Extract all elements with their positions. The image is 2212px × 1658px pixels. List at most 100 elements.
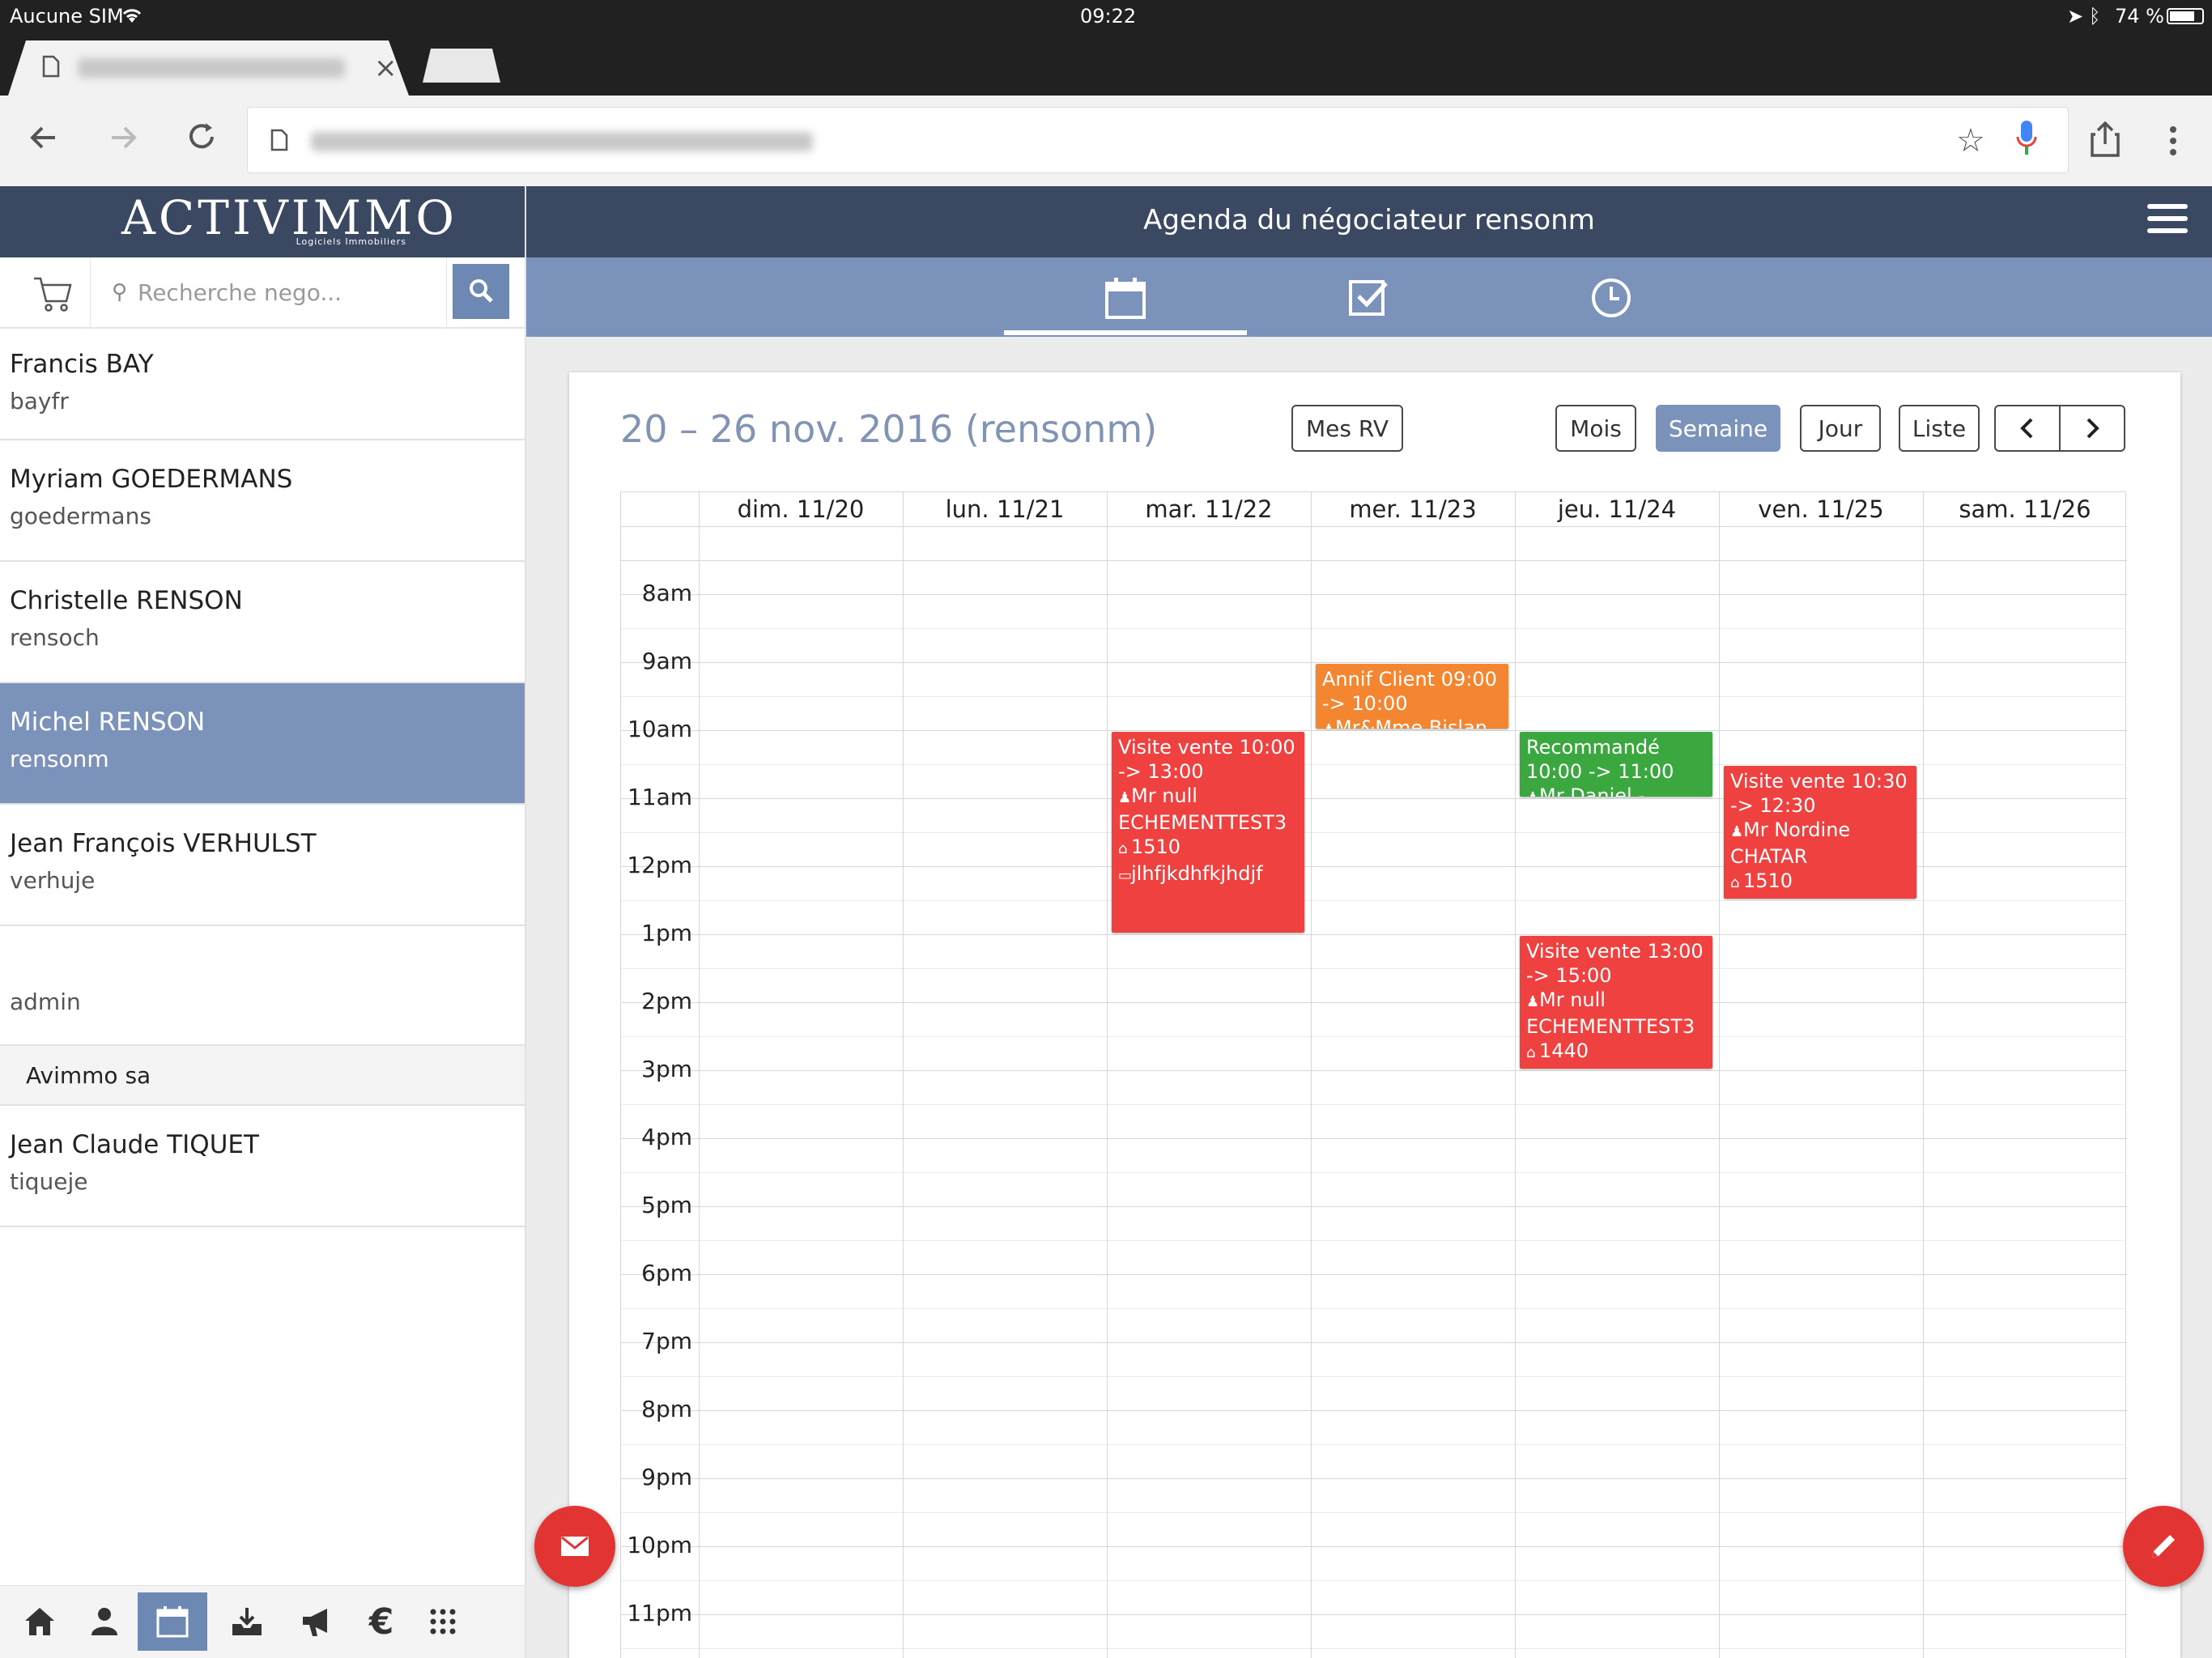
calendar-icon[interactable] — [138, 1592, 207, 1651]
back-arrow-icon[interactable] — [29, 123, 58, 158]
bookmark-star-icon[interactable]: ☆ — [1956, 122, 1985, 159]
hour-label: 7pm — [641, 1328, 692, 1354]
grid-line — [621, 1580, 2127, 1581]
grid-line — [621, 628, 2127, 629]
close-tab-icon[interactable]: × — [374, 52, 398, 84]
negotiator-name: Jean François VERHULST — [10, 829, 317, 858]
negotiator-item[interactable]: Jean François VERHULST verhuje — [0, 805, 525, 926]
page-icon — [42, 55, 60, 81]
negotiator-item[interactable]: Francis BAY bayfr — [0, 329, 525, 440]
browser-tab[interactable]: × — [8, 40, 409, 96]
day-header[interactable]: sam. 11/26 — [1923, 492, 2127, 526]
carrier-label: Aucune SIM — [10, 5, 124, 28]
apps-grid-icon[interactable] — [413, 1592, 473, 1651]
event-text: 1440 — [1539, 1039, 1589, 1062]
event-text: Annif Client 09:00 — [1322, 668, 1497, 691]
negotiator-item[interactable]: Myriam GOEDERMANS goedermans — [0, 440, 525, 562]
page-info-icon[interactable] — [270, 129, 288, 155]
week-view-button[interactable]: Semaine — [1656, 405, 1780, 452]
event-line: ♟Mr Daniel - — [1526, 784, 1706, 797]
event-text: Mr null — [1539, 988, 1606, 1011]
grid-line — [699, 492, 700, 1658]
my-appointments-button[interactable]: Mes RV — [1291, 405, 1403, 452]
negotiator-item[interactable]: Jean Claude TIQUET tiqueje — [0, 1106, 525, 1227]
calendar-event[interactable]: Visite vente 10:30 -> 12:30 ♟Mr Nordine CHA… — [1724, 766, 1916, 899]
tab-checkbox-icon[interactable] — [1346, 275, 1391, 321]
calendar-event[interactable]: Visite vente 10:00 -> 13:00 ♟Mr null ECHEME… — [1112, 732, 1304, 933]
hamburger-menu-icon[interactable] — [2147, 204, 2188, 240]
negotiator-item-active[interactable]: Michel RENSON rensonm — [0, 683, 525, 805]
grid-line — [621, 1002, 2127, 1003]
megaphone-icon[interactable] — [287, 1592, 347, 1651]
event-text: hjkhkjh — [1539, 1066, 1610, 1069]
calendar-event[interactable]: Recommandé10:00 -> 11:00♟Mr Daniel - — [1520, 732, 1712, 797]
day-header[interactable]: jeu. 11/24 — [1515, 492, 1719, 526]
tab-calendar-icon[interactable] — [1103, 275, 1148, 321]
prev-week-button[interactable] — [1994, 405, 2061, 452]
more-menu-icon[interactable] — [2168, 125, 2178, 160]
person-icon: ♟ — [1322, 718, 1335, 729]
clock-label: 09:22 — [1080, 5, 1137, 28]
calendar-event[interactable]: Annif Client 09:00-> 10:00♟Mr&Mme Bislan — [1316, 664, 1508, 729]
grid-line — [621, 1172, 2127, 1173]
negotiator-item[interactable]: Christelle RENSON rensoch — [0, 562, 525, 683]
day-view-button[interactable]: Jour — [1800, 405, 1881, 452]
grid-line — [621, 1274, 2127, 1275]
event-text: Mr null — [1131, 784, 1197, 807]
search-button[interactable] — [453, 264, 509, 319]
event-text: CHATAR — [1730, 845, 1808, 868]
battery-percent: 74 % — [2115, 5, 2164, 28]
new-tab-button[interactable] — [423, 49, 500, 83]
tab-clock-icon[interactable] — [1589, 275, 1634, 321]
day-header[interactable]: lun. 11/21 — [903, 492, 1107, 526]
user-icon[interactable] — [74, 1592, 134, 1651]
day-header[interactable]: dim. 11/20 — [699, 492, 903, 526]
negotiator-search-input[interactable] — [91, 257, 447, 327]
comment-icon: ▭ — [1730, 898, 1743, 899]
next-week-button[interactable] — [2059, 405, 2125, 452]
event-text: -> 15:00 — [1526, 964, 1612, 987]
edit-fab[interactable] — [2123, 1506, 2204, 1587]
day-header[interactable]: ven. 11/25 — [1719, 492, 1923, 526]
negotiator-login: rensonm — [10, 746, 109, 772]
negotiator-item[interactable]: admin — [0, 926, 525, 1046]
event-line: ♟Mr Nordine — [1730, 818, 1910, 844]
microphone-icon[interactable] — [2014, 119, 2039, 161]
reload-icon[interactable] — [186, 121, 217, 158]
share-icon[interactable] — [2091, 121, 2120, 160]
day-header[interactable]: mar. 11/22 — [1107, 492, 1311, 526]
negotiator-login: goedermans — [10, 503, 151, 529]
event-line: -> 12:30 — [1730, 793, 1910, 818]
euro-icon[interactable]: € — [351, 1592, 411, 1651]
inbox-download-icon[interactable] — [217, 1592, 277, 1651]
forward-arrow-icon[interactable] — [108, 123, 138, 158]
month-view-button[interactable]: Mois — [1555, 405, 1636, 452]
house-icon: ⌂ — [1730, 874, 1740, 891]
hour-label: 8pm — [641, 1396, 692, 1422]
event-line: Visite vente 13:00 — [1526, 939, 1706, 963]
home-icon[interactable] — [10, 1592, 70, 1651]
cart-button[interactable] — [0, 257, 91, 327]
hour-label: 1pm — [641, 920, 692, 946]
event-text: Visite vente 10:00 — [1118, 736, 1295, 759]
negotiator-login: rensoch — [10, 624, 100, 651]
hour-label: 10pm — [627, 1532, 692, 1558]
calendar-event[interactable]: Visite vente 13:00 -> 15:00 ♟Mr null ECHEME… — [1520, 936, 1712, 1069]
comment-icon: ▭ — [1526, 1068, 1539, 1069]
location-arrow-icon: ➤ — [2067, 5, 2084, 28]
grid-line — [621, 900, 2127, 901]
activimmo-logo[interactable]: ACTIVIMMO Logiciels Immobiliers — [121, 194, 454, 248]
list-view-button[interactable]: Liste — [1899, 405, 1980, 452]
grid-line — [621, 1070, 2127, 1071]
grid-line — [621, 1444, 2127, 1445]
email-fab[interactable] — [534, 1506, 615, 1587]
address-bar[interactable]: ☆ — [247, 107, 2069, 173]
grid-line — [621, 1104, 2127, 1105]
wifi-icon — [120, 3, 144, 31]
hour-label: 3pm — [641, 1056, 692, 1082]
day-header[interactable]: mer. 11/23 — [1311, 492, 1515, 526]
hour-label: 11am — [627, 784, 692, 810]
event-line: Visite vente 10:00 — [1118, 735, 1298, 759]
bottom-nav: € — [0, 1585, 525, 1658]
event-text: -> 10:00 — [1322, 692, 1408, 715]
